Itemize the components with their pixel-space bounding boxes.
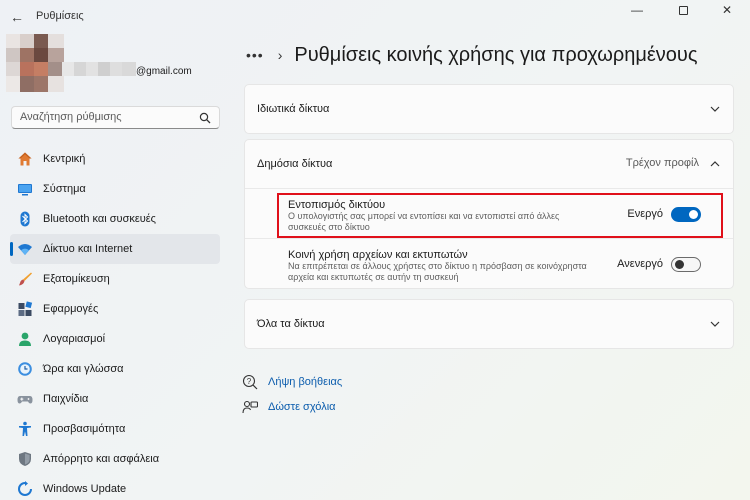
file-printer-sharing-state: Ανενεργό xyxy=(617,258,663,270)
sidebar-item-label: Κεντρική xyxy=(43,153,86,165)
sidebar-item-label: Windows Update xyxy=(43,483,127,495)
bluetooth-icon xyxy=(17,211,33,227)
back-button[interactable]: ← xyxy=(6,6,28,28)
sidebar-item-label: Λογαριασμοί xyxy=(43,333,106,345)
maximize-button[interactable] xyxy=(660,0,706,20)
give-feedback-link[interactable]: Δώστε σχόλια xyxy=(242,399,336,415)
sidebar-item-label: Απόρρητο και ασφάλεια xyxy=(43,453,160,465)
get-help-label: Λήψη βοήθειας xyxy=(268,376,343,388)
page-title: Ρυθμίσεις κοινής χρήσης για προχωρημένου… xyxy=(294,43,698,66)
search-input[interactable] xyxy=(12,107,192,127)
sidebar-item-personalization[interactable]: Εξατομίκευση xyxy=(10,264,220,294)
chevron-down-icon xyxy=(710,321,720,327)
file-printer-sharing-description: Να επιτρέπεται σε άλλους χρήστες στο δίκ… xyxy=(288,261,587,282)
sidebar-item-accessibility[interactable]: Προσβασιμότητα xyxy=(10,414,220,444)
minimize-button[interactable]: — xyxy=(614,0,660,20)
shield-icon xyxy=(17,451,33,467)
title-bar: ← Ρυθμίσεις — ✕ xyxy=(0,0,750,34)
private-networks-card: Ιδιωτικά δίκτυα xyxy=(244,84,734,134)
file-printer-sharing-row: Κοινή χρήση αρχείων και εκτυπωτών Να επι… xyxy=(245,238,733,288)
avatar[interactable] xyxy=(6,34,64,92)
close-button[interactable]: ✕ xyxy=(704,0,750,20)
all-networks-header[interactable]: Όλα τα δίκτυα xyxy=(245,300,733,348)
sidebar-item-label: Σύστημα xyxy=(43,183,86,195)
chevron-right-icon: › xyxy=(277,47,283,63)
all-networks-card: Όλα τα δίκτυα xyxy=(244,299,734,349)
search-box[interactable] xyxy=(11,106,220,129)
section-label: Δημόσια δίκτυα xyxy=(257,158,333,170)
close-icon: ✕ xyxy=(721,3,733,17)
public-networks-card: Δημόσια δίκτυα Τρέχον προφίλ Εντοπισμός … xyxy=(244,139,734,289)
breadcrumb-more-button[interactable]: ••• xyxy=(246,47,264,63)
search-icon[interactable] xyxy=(199,112,211,124)
person-icon xyxy=(17,331,33,347)
feedback-icon xyxy=(242,400,258,414)
apps-icon xyxy=(17,301,33,317)
home-icon xyxy=(17,151,33,167)
sidebar-item-label: Bluetooth και συσκευές xyxy=(43,213,156,225)
network-discovery-row: Εντοπισμός δικτύου Ο υπολογιστής σας μπο… xyxy=(245,188,733,238)
section-label: Όλα τα δίκτυα xyxy=(257,318,325,330)
sidebar-nav: Κεντρική Σύστημα Bluetooth και συσκευές … xyxy=(10,144,220,500)
wifi-icon xyxy=(17,241,33,257)
section-label: Ιδιωτικά δίκτυα xyxy=(257,103,330,115)
sidebar-item-gaming[interactable]: Παιχνίδια xyxy=(10,384,220,414)
update-icon xyxy=(17,481,33,497)
public-networks-header[interactable]: Δημόσια δίκτυα Τρέχον προφίλ xyxy=(245,140,733,188)
accessibility-icon xyxy=(17,421,33,437)
current-profile-badge: Τρέχον προφίλ xyxy=(625,157,699,169)
gamepad-icon xyxy=(17,391,33,407)
network-discovery-title: Εντοπισμός δικτύου xyxy=(288,199,386,211)
sidebar-item-label: Προσβασιμότητα xyxy=(43,423,126,435)
account-email: @gmail.com xyxy=(136,66,192,77)
give-feedback-label: Δώστε σχόλια xyxy=(268,401,336,413)
sidebar-item-label: Εξατομίκευση xyxy=(43,273,110,285)
sidebar-item-label: Δίκτυο και Internet xyxy=(43,243,133,255)
sidebar-item-accounts[interactable]: Λογαριασμοί xyxy=(10,324,220,354)
svg-text:?: ? xyxy=(247,377,252,386)
sidebar-item-privacy[interactable]: Απόρρητο και ασφάλεια xyxy=(10,444,220,474)
help-icon: ? xyxy=(242,374,258,390)
network-discovery-description: Ο υπολογιστής σας μπορεί να εντοπίσει κα… xyxy=(288,211,560,232)
clock-globe-icon xyxy=(17,361,33,377)
minimize-icon: — xyxy=(631,3,643,17)
sidebar-item-label: Εφαρμογές xyxy=(43,303,99,315)
network-discovery-state: Ενεργό xyxy=(627,208,663,220)
sidebar-item-system[interactable]: Σύστημα xyxy=(10,174,220,204)
chevron-down-icon xyxy=(710,106,720,112)
sidebar-item-apps[interactable]: Εφαρμογές xyxy=(10,294,220,324)
file-printer-sharing-toggle[interactable] xyxy=(671,257,701,272)
sidebar-item-home[interactable]: Κεντρική xyxy=(10,144,220,174)
email-redacted xyxy=(62,62,136,76)
sidebar-item-network[interactable]: Δίκτυο και Internet xyxy=(10,234,220,264)
get-help-link[interactable]: ? Λήψη βοήθειας xyxy=(242,374,342,390)
chevron-up-icon xyxy=(710,161,720,167)
sidebar-item-time-language[interactable]: Ώρα και γλώσσα xyxy=(10,354,220,384)
brush-icon xyxy=(17,271,33,287)
sidebar-item-label: Παιχνίδια xyxy=(43,393,89,405)
file-printer-sharing-title: Κοινή χρήση αρχείων και εκτυπωτών xyxy=(288,249,468,261)
back-arrow-icon: ← xyxy=(10,9,24,25)
sidebar-item-label: Ώρα και γλώσσα xyxy=(43,363,124,375)
sidebar-item-windows-update[interactable]: Windows Update xyxy=(10,474,220,500)
app-title: Ρυθμίσεις xyxy=(36,10,84,22)
private-networks-header[interactable]: Ιδιωτικά δίκτυα xyxy=(245,85,733,133)
monitor-icon xyxy=(17,181,33,197)
network-discovery-toggle[interactable] xyxy=(671,207,701,222)
maximize-icon xyxy=(678,5,688,15)
sidebar-item-bluetooth[interactable]: Bluetooth και συσκευές xyxy=(10,204,220,234)
breadcrumb: ••• › Ρυθμίσεις κοινής χρήσης για προχωρ… xyxy=(246,42,698,68)
